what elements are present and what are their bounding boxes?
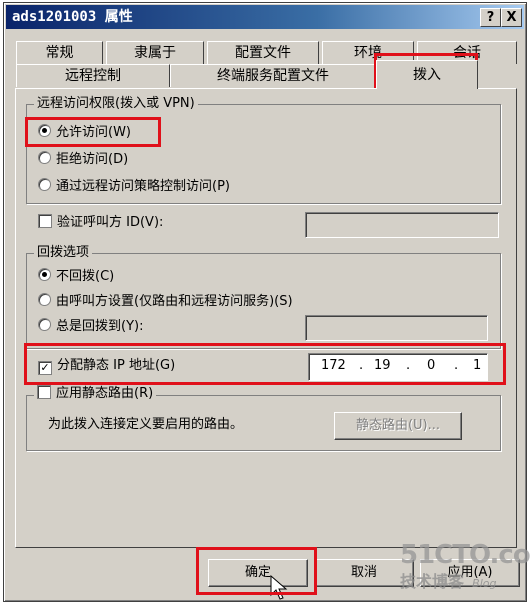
static-routes-button[interactable]: 静态路由(U)... — [334, 412, 462, 440]
checkbox-icon — [38, 214, 52, 228]
static-ip-checkbox[interactable]: ✓ 分配静态 IP 地址(G) — [38, 357, 175, 375]
ip-dot: . — [359, 358, 364, 373]
help-button[interactable]: ? — [480, 8, 501, 27]
deny-access-label: 拒绝访问(D) — [56, 152, 129, 167]
tab-remote-control[interactable]: 远程控制 — [16, 64, 170, 87]
cancel-button[interactable]: 取消 — [314, 559, 414, 587]
static-routes-label: 应用静态路由(R) — [56, 386, 154, 401]
ip-octet-1[interactable]: 172 — [321, 358, 346, 373]
checkmark-icon: ✓ — [38, 361, 52, 375]
allow-access-radio[interactable]: 允许访问(W) — [38, 124, 131, 142]
caller-set-label: 由呼叫方设置(仅路由和远程访问服务)(S) — [56, 294, 293, 309]
radio-icon — [38, 318, 51, 331]
radio-icon — [38, 293, 51, 306]
watermark: 51CTO.com 技术博客 Blog — [400, 540, 531, 592]
tab-member-of[interactable]: 隶属于 — [106, 41, 204, 64]
verify-caller-label: 验证呼叫方 ID(V): — [57, 215, 164, 230]
caller-set-radio[interactable]: 由呼叫方设置(仅路由和远程访问服务)(S) — [38, 293, 293, 311]
ip-octet-2[interactable]: 19 — [374, 358, 391, 373]
always-callback-label: 总是回拨到(Y): — [56, 319, 144, 334]
radio-selected-icon — [38, 268, 51, 281]
always-callback-radio[interactable]: 总是回拨到(Y): — [38, 318, 143, 336]
callback-number-field[interactable] — [305, 315, 488, 341]
checkbox-icon — [37, 385, 51, 399]
watermark-blog: Blog — [472, 577, 497, 590]
policy-access-label: 通过远程访问策略控制访问(P) — [56, 179, 230, 194]
mouse-cursor-icon — [270, 575, 288, 600]
no-callback-label: 不回拨(C) — [56, 269, 115, 284]
static-routes-checkbox[interactable]: 应用静态路由(R) — [34, 385, 157, 403]
watermark-sub: 技术博客 — [400, 572, 465, 591]
properties-dialog: ads1201003 属性 ? X 常规 隶属于 配置文件 环境 会话 远程控制… — [3, 2, 527, 602]
static-ip-address-field[interactable]: 172 . 19 . 0 . 1 — [308, 353, 488, 381]
watermark-site: 51CTO.com — [400, 540, 531, 570]
allow-access-label: 允许访问(W) — [56, 125, 131, 140]
static-routes-description: 为此拨入连接定义要启用的路由。 — [48, 417, 244, 432]
radio-icon — [38, 178, 51, 191]
ip-dot: . — [454, 358, 459, 373]
window-title: ads1201003 属性 — [12, 9, 133, 25]
deny-access-radio[interactable]: 拒绝访问(D) — [38, 151, 128, 169]
tab-terminal-services-profile[interactable]: 终端服务配置文件 — [170, 64, 376, 87]
tab-dial-in[interactable]: 拨入 — [376, 60, 478, 89]
verify-caller-checkbox[interactable]: 验证呼叫方 ID(V): — [38, 214, 163, 232]
policy-access-radio[interactable]: 通过远程访问策略控制访问(P) — [38, 178, 230, 196]
title-bar[interactable]: ads1201003 属性 ? X — [6, 5, 524, 29]
tab-general[interactable]: 常规 — [16, 41, 103, 64]
no-callback-radio[interactable]: 不回拨(C) — [38, 268, 114, 286]
ip-dot: . — [406, 358, 411, 373]
static-ip-label: 分配静态 IP 地址(G) — [57, 358, 176, 373]
radio-selected-icon — [38, 124, 51, 137]
ip-octet-3[interactable]: 0 — [427, 358, 435, 373]
close-button[interactable]: X — [501, 8, 522, 27]
callback-group-label: 回拨选项 — [34, 245, 93, 261]
ip-octet-4[interactable]: 1 — [473, 358, 481, 373]
ok-button[interactable]: 确定 — [208, 559, 308, 587]
verify-caller-field[interactable] — [305, 212, 499, 238]
remote-access-group-label: 远程访问权限(拨入或 VPN) — [34, 96, 198, 112]
tab-profile[interactable]: 配置文件 — [207, 41, 319, 64]
radio-icon — [38, 151, 51, 164]
